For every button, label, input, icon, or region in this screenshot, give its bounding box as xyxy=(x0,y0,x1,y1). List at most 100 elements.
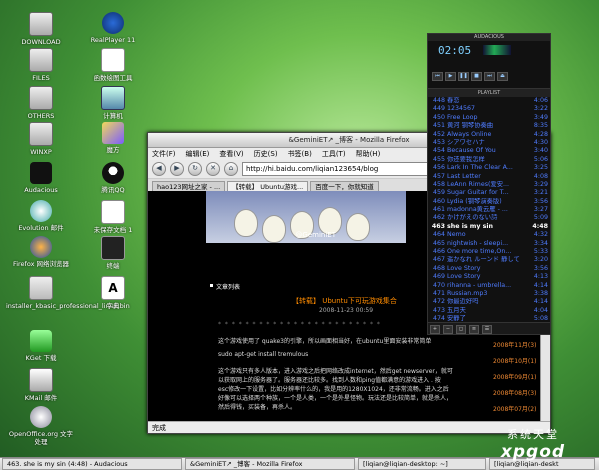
track-name: シアワセハナ xyxy=(447,138,485,146)
taskbar-item-audacious[interactable]: 463. she is my sin (4:48) - Audacious xyxy=(2,458,182,470)
playlist-track[interactable]: 462 かけがえのない詩 5:09 xyxy=(428,214,550,222)
home-button[interactable]: ⌂ xyxy=(224,162,238,176)
recycle-icon xyxy=(30,330,52,352)
playlist-track[interactable]: 453 シアワセハナ 4:30 xyxy=(428,139,550,147)
playlist-track[interactable]: 449 1234567 3:22 xyxy=(428,105,550,113)
desktop-icon-font[interactable]: A 字典 xyxy=(78,276,148,310)
back-button[interactable]: ◀ xyxy=(152,162,166,176)
desktop-icon-computer[interactable]: 计算机 xyxy=(78,86,148,120)
menu-tools[interactable]: 工具(T) xyxy=(322,148,346,160)
window-title: &GeminiET↗ _博客 - Mozilla Firefox xyxy=(288,136,410,144)
desktop-icon-realplayer[interactable]: RealPlayer 11 xyxy=(78,12,148,44)
taskbar-item-firefox[interactable]: &GeminiET↗ _博客 - Mozilla Firefox xyxy=(185,458,355,470)
desktop-icon-download[interactable]: DOWNLOAD xyxy=(6,12,76,46)
next-button[interactable]: ⏭ xyxy=(484,72,495,81)
playlist-track[interactable]: 470 rihanna - umbrella... 4:14 xyxy=(428,282,550,290)
post-title[interactable]: 【转载】 Ubuntu下可玩游戏集合 xyxy=(292,296,397,306)
desktop-icon-openoffice[interactable]: OpenOffice.org 文字处理 xyxy=(6,406,76,446)
track-number: 460 xyxy=(432,197,445,205)
playlist-track[interactable]: 467 遥かなれ ルーンド 静して 3:20 xyxy=(428,256,550,264)
desktop-icon-terminal[interactable]: 终端 xyxy=(78,236,148,270)
banner-watermark: @GeminiET xyxy=(295,231,336,239)
desktop-icon-label: Evolution 邮件 xyxy=(18,224,64,232)
desktop-icon-kbasic-installer[interactable]: installer_kbasic_professional_linux.bin xyxy=(6,276,130,310)
track-number: 462 xyxy=(432,214,445,222)
playlist-track[interactable]: 461 madonna黄云雁 - ... 3:27 xyxy=(428,206,550,214)
previous-button[interactable]: ⏮ xyxy=(432,72,443,81)
playlist-track[interactable]: 472 你最近好吗 4:14 xyxy=(428,298,550,306)
track-duration: 3:38 xyxy=(533,289,548,297)
menu-history[interactable]: 历史(S) xyxy=(254,148,278,160)
archive-link[interactable]: 2008年11月(3) xyxy=(493,340,536,349)
desktop-icon-label: 计算机 xyxy=(103,112,123,120)
desktop-icon-evolution[interactable]: Evolution 邮件 xyxy=(6,200,76,232)
playlist-track[interactable]: 463 she is my sin 4:48 xyxy=(428,223,550,231)
archive-link[interactable]: 2008年07月(2) xyxy=(493,404,536,413)
playlist-track[interactable]: 473 五月天 4:04 xyxy=(428,307,550,315)
eject-button[interactable]: ⏏ xyxy=(497,72,508,81)
audacious-title[interactable]: AUDACIOUS xyxy=(428,34,550,41)
archive-link[interactable]: 2008年10月(1) xyxy=(493,356,536,365)
misc-button[interactable]: ≡ xyxy=(469,325,479,334)
audacious-icon xyxy=(30,162,52,184)
desktop-icon-winxp[interactable]: WINXP xyxy=(6,122,76,156)
blog-banner-image: @GeminiET xyxy=(206,191,406,243)
desktop-icon-kmail[interactable]: KMail 邮件 xyxy=(6,368,76,402)
drive-icon xyxy=(29,48,53,72)
play-button[interactable]: ▶ xyxy=(445,72,456,81)
playlist-track[interactable]: 465 nightwish - sleepi... 3:34 xyxy=(428,240,550,248)
menu-view[interactable]: 查看(V) xyxy=(219,148,243,160)
playlist-track[interactable]: 458 LeAnn Rimes(爱安... 3:29 xyxy=(428,181,550,189)
desktop-icon-files[interactable]: FILES xyxy=(6,48,76,82)
mail-icon xyxy=(29,368,53,392)
stop-button[interactable]: ■ xyxy=(471,72,482,81)
playlist-track[interactable]: 471 Russian.mp3 3:38 xyxy=(428,290,550,298)
playlist-track[interactable]: 448 春恋 4:06 xyxy=(428,97,550,105)
list-button[interactable]: ☰ xyxy=(482,325,492,334)
playlist-track[interactable]: 451 黄河 钢琴协奏曲 8:35 xyxy=(428,122,550,130)
track-name: 春恋 xyxy=(447,97,460,104)
reload-button[interactable]: ↻ xyxy=(188,162,202,176)
desktop-icon-audacious[interactable]: Audacious xyxy=(6,162,76,194)
track-number: 456 xyxy=(432,164,445,172)
playlist-title[interactable]: PLAYLIST xyxy=(428,89,550,97)
stop-button[interactable]: ✕ xyxy=(206,162,220,176)
remove-button[interactable]: − xyxy=(443,325,453,334)
playback-controls: ⏮ ▶ ❚❚ ■ ⏭ ⏏ xyxy=(432,72,508,81)
menu-edit[interactable]: 编辑(E) xyxy=(186,148,210,160)
desktop-icon-firefox[interactable]: Firefox 网络浏览器 xyxy=(6,236,76,268)
desktop-icon-others[interactable]: OTHERS xyxy=(6,86,76,120)
playlist-track[interactable]: 468 Love Story 3:56 xyxy=(428,265,550,273)
desktop-icon-unsaved-doc[interactable]: 未保存文档 1 xyxy=(78,200,148,234)
playlist-track[interactable]: 464 Nemo 4:32 xyxy=(428,231,550,239)
menu-help[interactable]: 帮助(H) xyxy=(356,148,381,160)
taskbar-item-terminal-1[interactable]: [liqian@liqian-desktop: ~] xyxy=(358,458,486,470)
playlist-track[interactable]: 459 Sugar Guitar for T... 3:21 xyxy=(428,189,550,197)
track-number: 467 xyxy=(432,256,445,264)
archive-link[interactable]: 2008年09月(1) xyxy=(493,372,536,381)
blog-category[interactable]: 文章列表 xyxy=(209,282,240,291)
archive-link[interactable]: 2008年08月(3) xyxy=(493,388,536,397)
desktop-icon-function-plot[interactable]: 函数绘图工具 xyxy=(78,48,148,82)
playlist-track[interactable]: 469 Love Story 4:13 xyxy=(428,273,550,281)
playlist-track[interactable]: 460 Lydia (钢琴演奏版) 3:56 xyxy=(428,198,550,206)
menu-bookmarks[interactable]: 书签(B) xyxy=(288,148,312,160)
menu-file[interactable]: 文件(F) xyxy=(152,148,176,160)
forward-button[interactable]: ▶ xyxy=(170,162,184,176)
desktop-icon-kget[interactable]: KGet 下载 xyxy=(6,330,76,362)
playlist-track[interactable]: 466 One more time,On... 5:33 xyxy=(428,248,550,256)
playlist-track[interactable]: 456 Lark In The Clear A... 3:25 xyxy=(428,164,550,172)
add-button[interactable]: + xyxy=(430,325,440,334)
visualizer[interactable] xyxy=(483,45,511,55)
playlist-track[interactable]: 450 Free Loop 3:49 xyxy=(428,114,550,122)
playlist-track[interactable]: 452 Always Online 4:28 xyxy=(428,131,550,139)
track-name: Free Loop xyxy=(447,113,478,121)
playlist-track[interactable]: 457 Last Letter 4:08 xyxy=(428,173,550,181)
pause-button[interactable]: ❚❚ xyxy=(458,72,469,81)
track-duration: 4:28 xyxy=(533,130,548,138)
desktop-icon-cube[interactable]: 魔方 xyxy=(78,122,148,154)
select-button[interactable]: ◻ xyxy=(456,325,466,334)
playlist-track[interactable]: 454 Because Of You 3:40 xyxy=(428,147,550,155)
desktop-icon-qq[interactable]: 腾讯QQ xyxy=(78,162,148,194)
playlist-track[interactable]: 455 你还要我怎样 5:06 xyxy=(428,156,550,164)
